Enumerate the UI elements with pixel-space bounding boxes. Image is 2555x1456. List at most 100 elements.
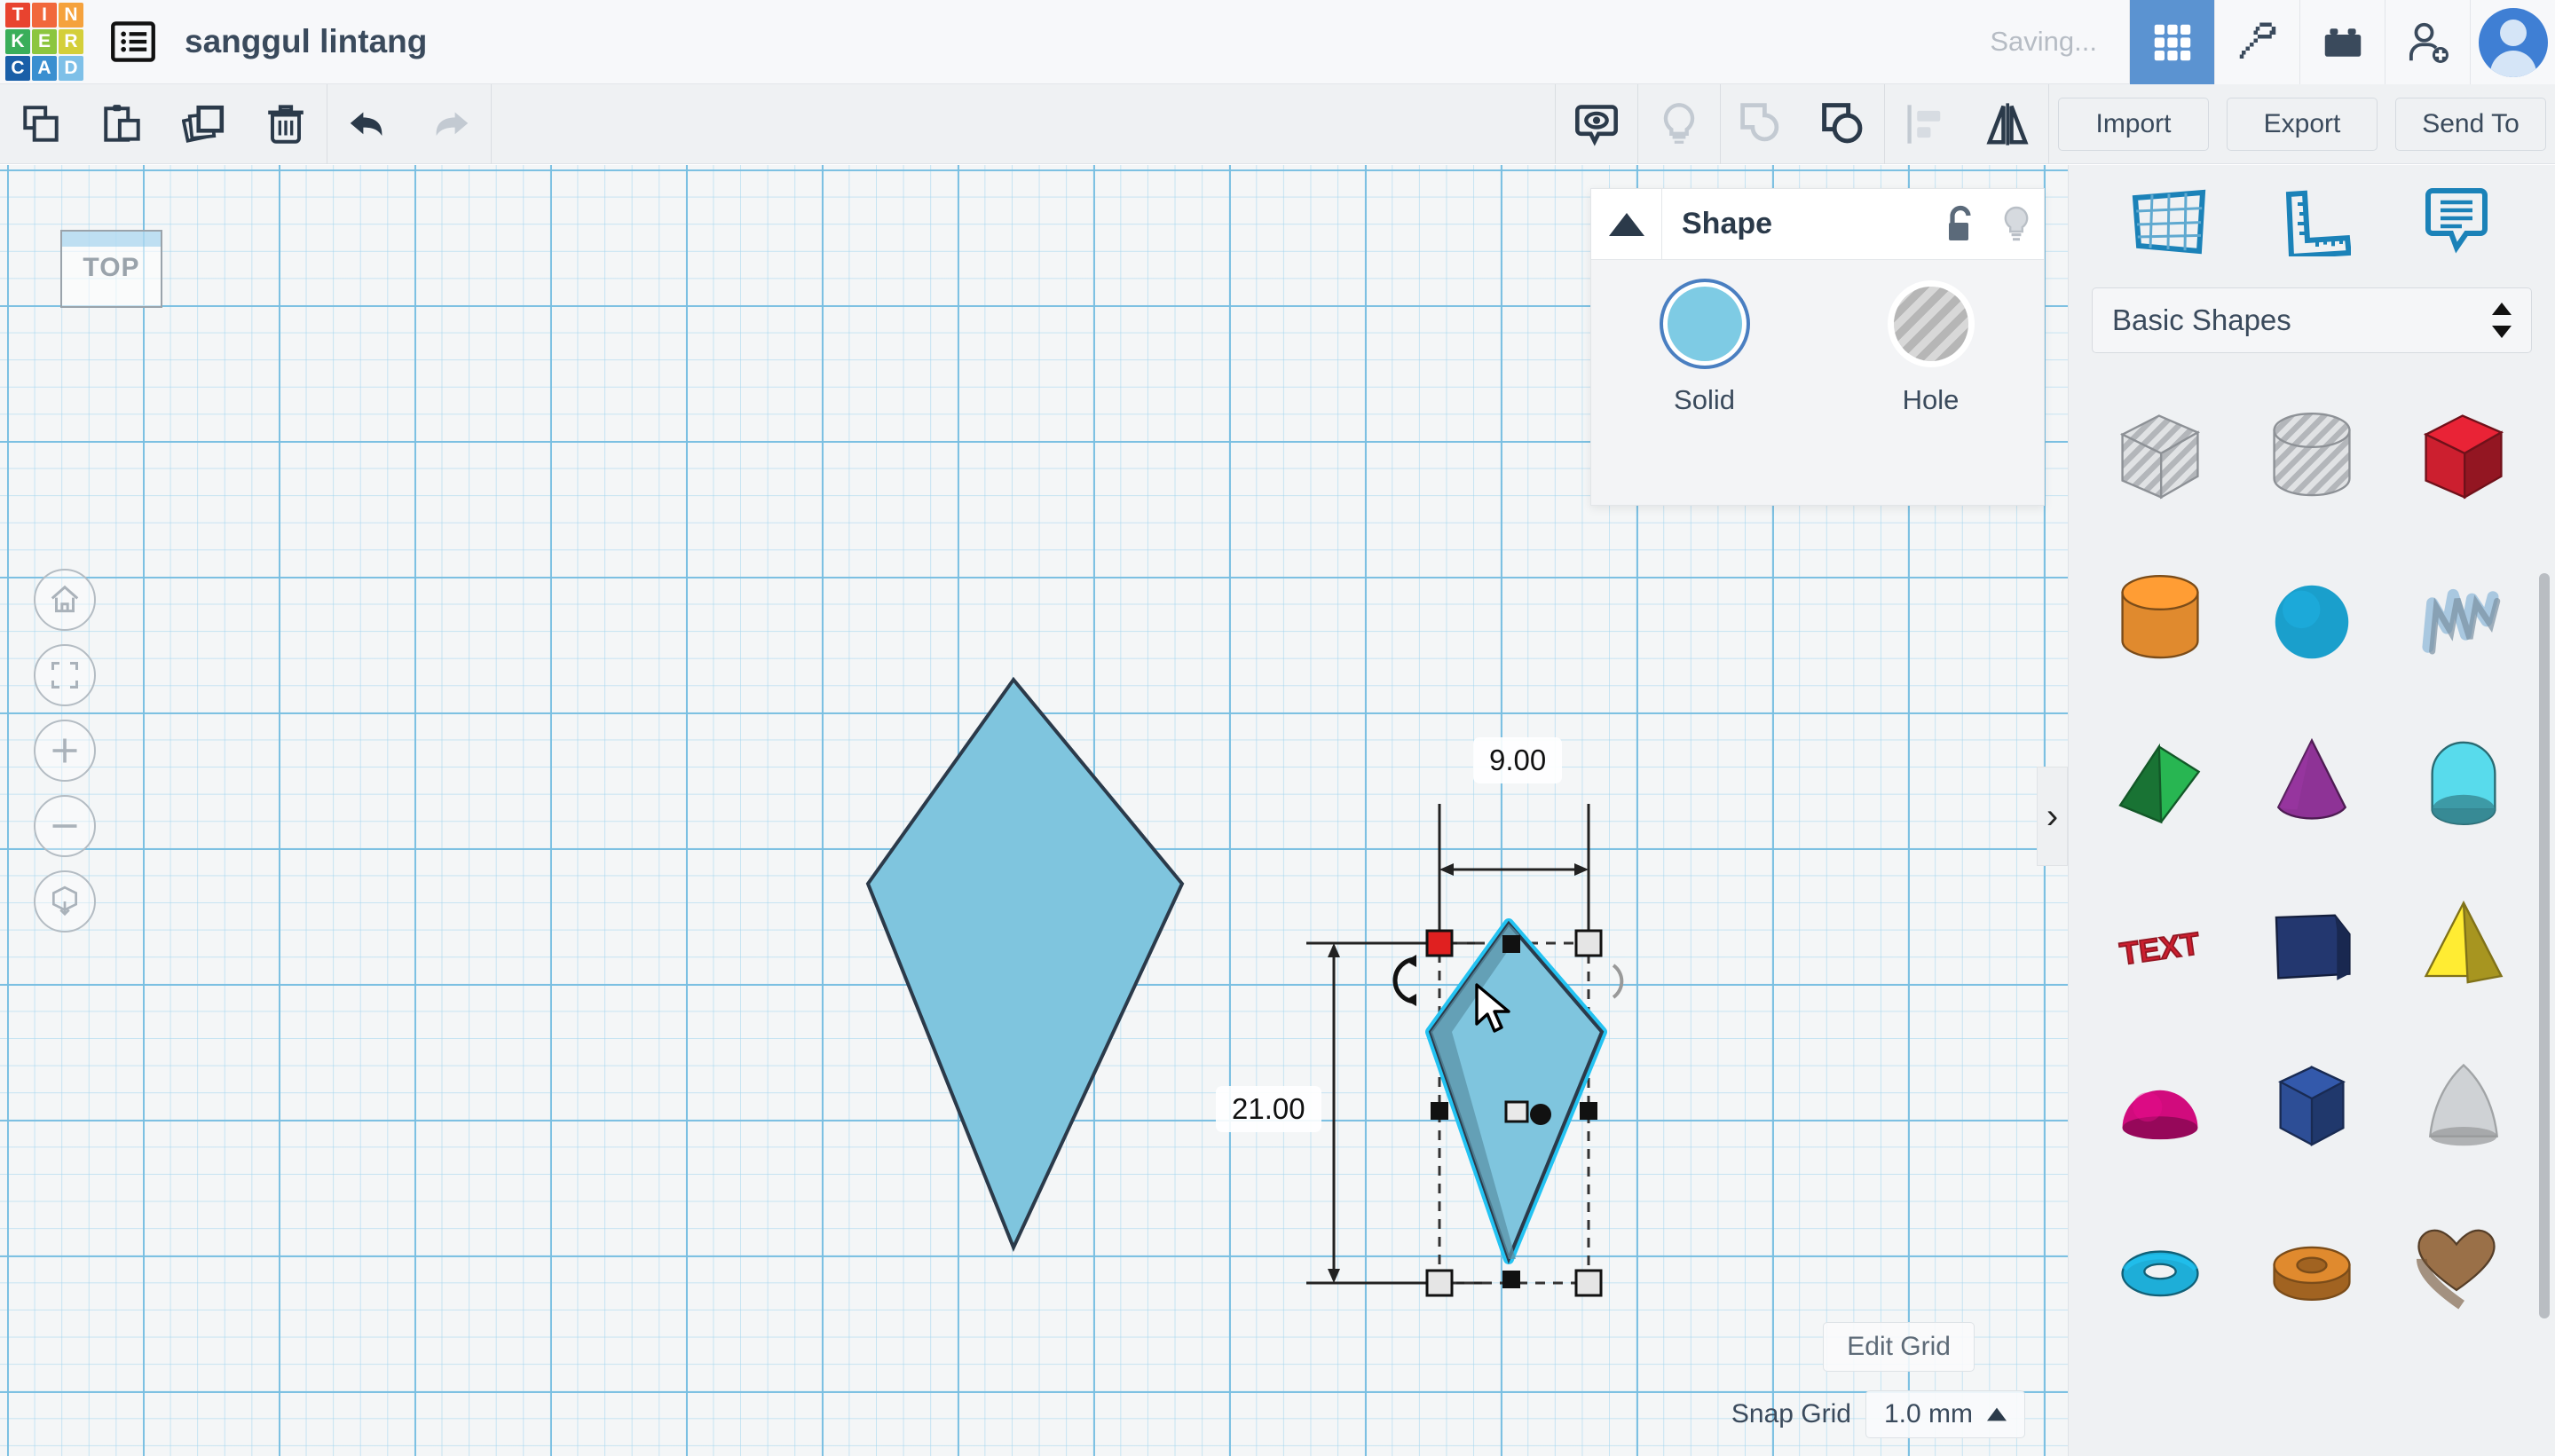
perspective-toggle-icon[interactable] [34,870,96,933]
lightbulb-icon[interactable] [1989,189,2044,260]
ruler-icon[interactable] [2276,187,2351,256]
sidebar-scrollbar[interactable] [2539,573,2550,1318]
edit-grid-button[interactable]: Edit Grid [1823,1322,1975,1372]
shape-library-grid: TEXT [2069,378,2555,1352]
shape-item-box-red[interactable] [2387,378,2539,540]
solid-swatch [1667,287,1742,361]
canvas-nav-controls [34,569,96,946]
shape-type-options: Solid Hole [1591,260,2044,416]
toolbar-divider [491,83,492,164]
dimension-height-label[interactable]: 21.00 [1216,1086,1321,1132]
workplane-icon[interactable] [2130,187,2208,256]
kite-shape-large[interactable] [852,662,1207,1283]
notes-icon[interactable] [2419,187,2494,256]
redo-icon[interactable] [409,84,491,164]
copy-icon[interactable] [0,84,82,164]
unlock-icon[interactable] [1934,189,1989,260]
resize-handle-topmid [1502,935,1520,953]
toolbar-divider [2048,83,2049,164]
lego-brick-icon[interactable] [2299,0,2385,84]
shape-panel-title: Shape [1682,207,1773,240]
home-view-icon[interactable] [34,569,96,631]
shape-item-heart-brown[interactable] [2387,1190,2539,1352]
height-handle [1504,1100,1529,1123]
snap-grid-value: 1.0 mm [1883,1399,1973,1428]
logo-tile-a: A [32,56,57,81]
shape-option-solid[interactable]: Solid [1591,287,1818,416]
shape-item-torus-cyan[interactable] [2085,1190,2236,1352]
page-title[interactable]: sanggul lintang [185,23,427,60]
shape-option-hole[interactable]: Hole [1818,287,2044,416]
lightbulb-icon[interactable] [1638,84,1720,164]
shape-item-box-hole[interactable] [2085,378,2236,540]
svg-text:TEXT: TEXT [2118,926,2203,972]
selection-handles[interactable] [1242,697,1881,1336]
resize-handle-rightmid [1580,1102,1597,1120]
shape-panel-header: Shape [1591,188,2044,260]
sidebar-tool-icons [2069,165,2555,279]
shape-item-polygon-navy[interactable] [2236,865,2388,1027]
snap-grid-select[interactable]: 1.0 mm [1865,1390,2025,1438]
delete-trash-icon[interactable] [245,84,327,164]
view-cube-top-face [62,232,161,247]
shape-properties-panel: Shape Solid Hole [1590,188,2045,506]
shape-category-select[interactable]: Basic Shapes [2092,287,2532,353]
shape-item-paraboloid-gray[interactable] [2387,1027,2539,1190]
logo-tile-k: K [5,29,30,54]
snap-grid-label: Snap Grid [1731,1399,1851,1428]
show-hide-eye-icon[interactable] [1556,84,1637,164]
send-to-button[interactable]: Send To [2395,97,2546,151]
shape-item-tube-orange[interactable] [2236,1190,2388,1352]
export-button[interactable]: Export [2227,97,2378,151]
tinkercad-logo[interactable]: TIN KER CAD [5,3,83,81]
logo-tile-e: E [32,29,57,54]
resize-handle-bottomright [1574,1269,1603,1297]
triangle-up-icon[interactable] [1591,188,1662,260]
zoom-out-icon[interactable] [34,795,96,857]
shape-item-scribble-lightblue[interactable] [2387,540,2539,703]
shape-item-text-red[interactable]: TEXT [2085,865,2236,1027]
user-avatar[interactable] [2470,0,2555,84]
duplicate-icon[interactable] [163,84,245,164]
undo-icon[interactable] [327,84,409,164]
logo-tile-d: D [59,56,83,81]
chevron-right-icon[interactable]: › [2037,767,2068,866]
logo-tile-i: I [32,3,57,28]
design-list-icon[interactable] [108,17,158,67]
app-header: TIN KER CAD sanggul lintang Saving... [0,0,2555,84]
move-handle [1530,1104,1551,1125]
paste-icon[interactable] [82,84,163,164]
ungroup-icon[interactable] [1721,84,1802,164]
zoom-in-icon[interactable] [34,720,96,782]
caret-up-icon [1987,1407,2007,1421]
shape-item-roof-teal[interactable] [2387,703,2539,865]
group-icon[interactable] [1802,84,1884,164]
mirror-flip-icon[interactable] [1967,84,2048,164]
shape-item-sphere-blue[interactable] [2236,540,2388,703]
solid-label: Solid [1674,384,1735,415]
shape-item-cylinder-orange[interactable] [2085,540,2236,703]
shape-item-halfsphere-pink[interactable] [2085,1027,2236,1190]
shape-category-label: Basic Shapes [2112,303,2291,336]
invite-person-icon[interactable] [2385,0,2470,84]
main-toolbar: Import Export Send To [0,83,2555,164]
shape-item-hexprism-blue[interactable] [2236,1027,2388,1190]
shape-item-cylinder-hole[interactable] [2236,378,2388,540]
save-status: Saving... [1990,26,2097,57]
align-icon[interactable] [1885,84,1967,164]
shape-item-cone-purple[interactable] [2236,703,2388,865]
shapes-sidebar: Basic Shapes TEXT [2068,165,2555,1456]
gallery-grid-icon[interactable] [2129,0,2214,84]
import-button[interactable]: Import [2058,97,2209,151]
resize-handle-bottomleft [1425,1269,1454,1297]
logo-tile-n: N [59,3,83,28]
dimension-width-label[interactable]: 9.00 [1473,737,1563,783]
minecraft-pickaxe-icon[interactable] [2214,0,2299,84]
hole-swatch [1893,287,1968,361]
view-cube[interactable]: TOP [60,230,162,308]
hole-label: Hole [1902,384,1960,415]
fit-to-view-icon[interactable] [34,644,96,706]
shape-item-wedge-green[interactable] [2085,703,2236,865]
resize-handle-leftmid [1431,1102,1448,1120]
shape-item-pyramid-yellow[interactable] [2387,865,2539,1027]
